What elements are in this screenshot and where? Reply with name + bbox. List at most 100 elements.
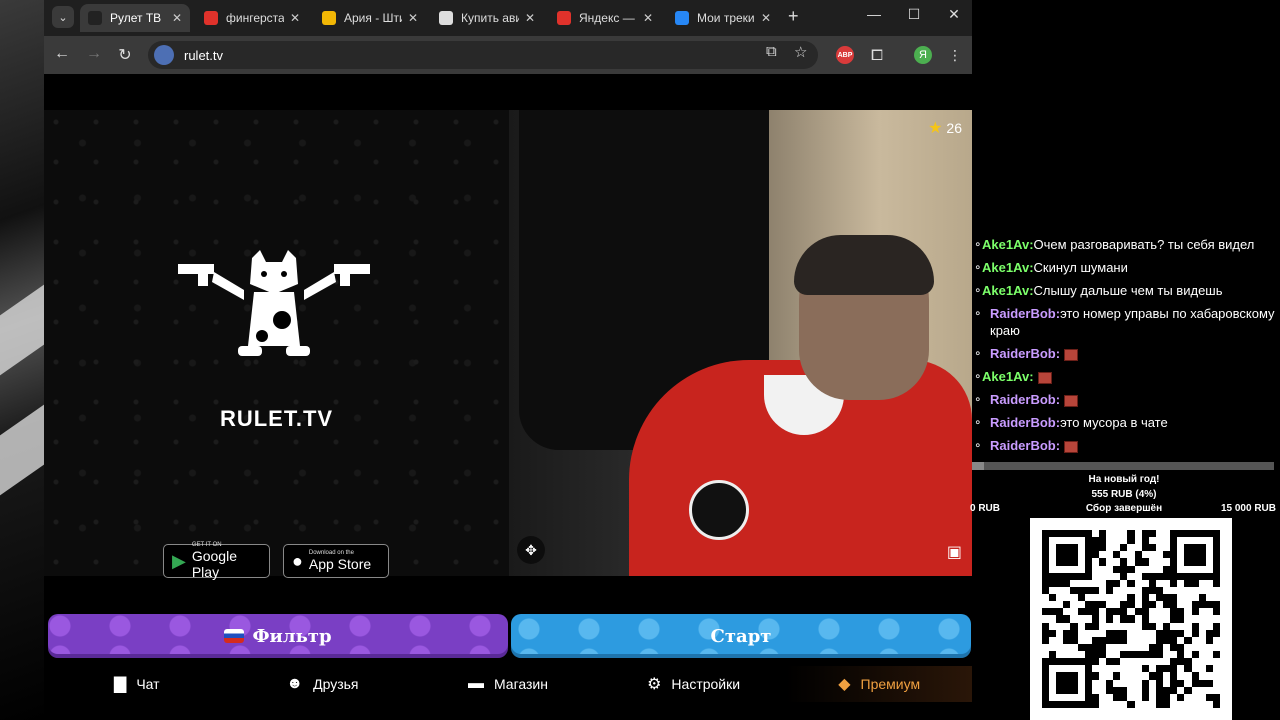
tab-close-icon[interactable]: ✕: [761, 11, 771, 25]
nav-premium[interactable]: ◆ Премиум: [786, 666, 972, 702]
chat-emote-icon: [1064, 440, 1079, 453]
chat-message: ∘ Ake1Av:Очем разговаривать? ты себя виде…: [972, 236, 1280, 253]
back-button[interactable]: ←: [52, 45, 72, 63]
donation-goal-widget: На новый год! 555 RUB (4%) 0 RUB Сбор за…: [968, 460, 1280, 516]
tab-favicon-icon: [88, 11, 102, 25]
browser-toolbar: ← → ↻ rulet.tv ⧉ ☆ ABP ⧠ Я ⋮: [44, 36, 972, 74]
nav-chat[interactable]: ▇ Чат: [44, 666, 230, 702]
chat-message: ∘ RaiderBob:: [972, 391, 1280, 408]
gift-icon[interactable]: ▣: [947, 542, 962, 562]
chat-bubble-icon: ▇: [114, 676, 127, 693]
tab-close-icon[interactable]: ✕: [172, 11, 182, 25]
chat-nickname: Ake1Av:: [982, 260, 1034, 275]
chat-text: Очем разговаривать? ты себя видел: [1033, 237, 1255, 252]
site-info-icon[interactable]: [154, 45, 174, 65]
chat-nickname: RaiderBob:: [990, 415, 1061, 430]
chat-message: ∘ Ake1Av:Скинул шумани: [972, 259, 1280, 276]
chat-nickname: Ake1Av:: [982, 237, 1034, 252]
nav-shop[interactable]: ▬ Магазин: [415, 666, 601, 702]
google-play-label: Google Play: [191, 548, 237, 580]
extensions-puzzle-icon[interactable]: ⧠: [868, 46, 886, 64]
chat-text: это мусора в чате: [1060, 415, 1168, 430]
tab-title: Купить авиабилеты: [461, 11, 519, 25]
filter-button[interactable]: Фильтр: [48, 614, 508, 658]
chat-emote-icon: [1037, 371, 1052, 384]
tab-bar: ⌄ Рулет ТВ✕фингерстайл✕Ария - Штиль✕Купи…: [44, 0, 972, 36]
forward-button[interactable]: →: [84, 45, 104, 63]
donation-title: На новый год!: [1088, 474, 1160, 485]
maximize-button[interactable]: ☐: [904, 6, 924, 23]
donation-qr-code: [1030, 518, 1232, 720]
minimize-button[interactable]: —: [864, 6, 884, 22]
tab-title: фингерстайл: [226, 11, 284, 25]
tab-close-icon[interactable]: ✕: [643, 11, 653, 25]
partner-video: ★ 26 ✥ ▣: [509, 110, 972, 576]
url-text: rulet.tv: [184, 47, 224, 63]
start-button-label: Старт: [710, 625, 772, 647]
tab-close-icon[interactable]: ✕: [525, 11, 535, 25]
tab-title: Ария - Штиль: [344, 11, 402, 25]
tab-search-button[interactable]: ⌄: [52, 6, 74, 28]
gear-icon: ⚙: [647, 676, 662, 693]
donation-progress-text: 555 RUB (4%): [1091, 489, 1157, 500]
new-tab-button[interactable]: +: [788, 6, 799, 27]
donation-max: 15 000 RUB: [1220, 503, 1276, 514]
close-window-button[interactable]: ✕: [944, 6, 964, 23]
bookmark-star-icon[interactable]: ☆: [794, 43, 807, 61]
tab-favicon-icon: [557, 11, 571, 25]
chat-nickname: Ake1Av:: [982, 369, 1034, 384]
chat-emote-icon: [1064, 394, 1079, 407]
browser-tab[interactable]: Ария - Штиль ✕: [314, 4, 426, 32]
smiley-icon: ☻: [286, 675, 304, 692]
address-bar[interactable]: rulet.tv: [148, 41, 818, 69]
profile-avatar[interactable]: Я: [914, 46, 932, 64]
browser-tab[interactable]: Мои треки ✕: [667, 4, 779, 32]
chat-bullet-icon: ∘: [974, 392, 982, 406]
nav-settings-label: Настройки: [671, 676, 741, 692]
donation-progress-fill: [972, 462, 985, 470]
nav-settings[interactable]: ⚙ Настройки: [601, 666, 787, 702]
chat-nickname: Ake1Av:: [982, 283, 1034, 298]
chat-message: ∘ Ake1Av:: [972, 368, 1280, 385]
tab-favicon-icon: [439, 11, 453, 25]
browser-tab[interactable]: фингерстайл ✕: [196, 4, 308, 32]
donation-progress-bar: [972, 462, 1274, 470]
google-play-button[interactable]: ▶ GET IT ON Google Play: [163, 542, 270, 580]
chat-nickname: RaiderBob:: [990, 306, 1061, 321]
browser-tab[interactable]: Рулет ТВ ✕: [80, 4, 190, 32]
partner-hair: [794, 235, 934, 295]
star-rating: ★ 26: [928, 118, 962, 138]
tab-close-icon[interactable]: ✕: [290, 11, 300, 25]
russia-flag-icon: [224, 629, 245, 643]
promo-panel: RULET.TV ▶ GET IT ON Google Play ● Downl…: [44, 110, 509, 580]
reload-button[interactable]: ↻: [115, 45, 135, 65]
start-button[interactable]: Старт: [511, 614, 971, 658]
browser-menu-icon[interactable]: ⋮: [946, 46, 964, 64]
filter-button-label: Фильтр: [252, 625, 332, 647]
adblock-extension-icon[interactable]: ABP: [836, 46, 854, 64]
app-store-button[interactable]: ● Download on the App Store: [283, 544, 389, 578]
chat-bullet-icon: ∘: [974, 237, 982, 251]
chat-bullet-icon: ∘: [974, 415, 982, 429]
chat-emote-icon: [1064, 348, 1079, 361]
chat-nickname: RaiderBob:: [990, 438, 1061, 453]
nav-shop-label: Магазин: [493, 676, 548, 692]
tab-close-icon[interactable]: ✕: [408, 11, 418, 25]
chat-nickname: RaiderBob:: [990, 346, 1061, 361]
chat-bullet-icon: ∘: [974, 346, 982, 360]
bottom-nav: ▇ Чат ☻ Друзья ▬ Магазин ⚙ Настройки ◆ П…: [44, 666, 972, 702]
chat-bullet-icon: ∘: [974, 306, 982, 320]
gamepad-icon[interactable]: ✥: [517, 536, 545, 564]
tab-title: Рулет ТВ: [110, 11, 162, 25]
nav-friends-label: Друзья: [313, 676, 359, 692]
browser-tab[interactable]: Купить авиабилеты ✕: [431, 4, 543, 32]
browser-tab[interactable]: Яндекс — быстрый ✕: [549, 4, 661, 32]
browser-window: ⌄ Рулет ТВ✕фингерстайл✕Ария - Штиль✕Купи…: [44, 0, 972, 720]
nav-friends[interactable]: ☻ Друзья: [230, 666, 416, 702]
chat-nickname: RaiderBob:: [990, 392, 1061, 407]
tab-favicon-icon: [322, 11, 336, 25]
chat-text: Слышу дальше чем ты видешь: [1033, 283, 1223, 298]
install-app-icon[interactable]: ⧉: [766, 43, 777, 60]
chat-message: ∘ Ake1Av:Слышу дальше чем ты видешь: [972, 282, 1280, 299]
logo-text: RULET.TV: [219, 406, 334, 431]
